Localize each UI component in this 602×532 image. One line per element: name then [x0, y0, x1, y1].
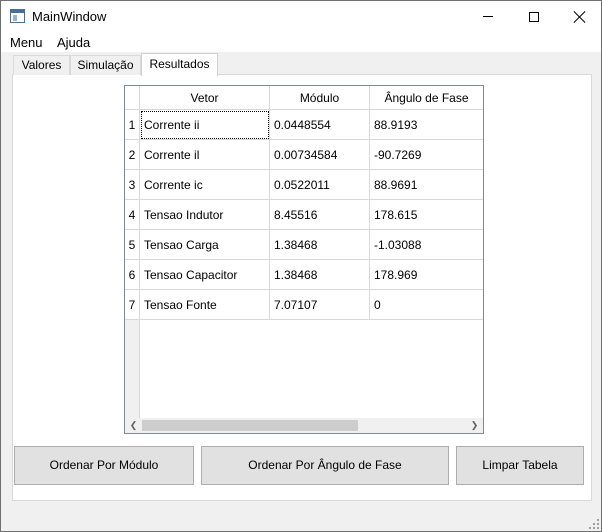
column-header-angulo[interactable]: Ângulo de Fase — [370, 86, 483, 110]
row-header[interactable]: 5 — [125, 230, 140, 260]
table-cell-modulo[interactable]: 0.0522011 — [270, 170, 370, 200]
table-cell-angulo[interactable]: 0 — [370, 290, 483, 320]
table-cell-vetor[interactable]: Tensao Carga — [140, 230, 270, 260]
table-cell-vetor[interactable]: Tensao Indutor — [140, 200, 270, 230]
table-cell-modulo[interactable]: 8.45516 — [270, 200, 370, 230]
menu-item-ajuda[interactable]: Ajuda — [57, 35, 90, 50]
tab-resultados[interactable]: Resultados — [141, 53, 218, 76]
results-table[interactable]: Vetor Módulo Ângulo de Fase 1 Corrente i… — [124, 85, 484, 434]
sort-by-angle-button[interactable]: Ordenar Por Ângulo de Fase — [201, 446, 449, 485]
chevron-right-icon[interactable]: ❯ — [466, 418, 483, 433]
title-bar[interactable]: MainWindow — [1, 1, 601, 32]
table-cell-modulo[interactable]: 0.0448554 — [270, 110, 370, 140]
column-header-vetor[interactable]: Vetor — [140, 86, 270, 110]
table-cell-vetor[interactable]: Corrente ii — [140, 110, 270, 140]
tab-valores[interactable]: Valores — [13, 55, 70, 75]
chevron-left-icon[interactable]: ❮ — [125, 418, 142, 433]
table-cell-angulo[interactable]: 88.9691 — [370, 170, 483, 200]
close-button[interactable] — [557, 1, 602, 32]
row-header-empty-area — [125, 320, 140, 418]
row-header[interactable]: 3 — [125, 170, 140, 200]
table-cell-angulo[interactable]: 178.969 — [370, 260, 483, 290]
row-header[interactable]: 6 — [125, 260, 140, 290]
row-header[interactable]: 4 — [125, 200, 140, 230]
table-cell-modulo[interactable]: 0.00734584 — [270, 140, 370, 170]
table-cell-angulo[interactable]: 88.9193 — [370, 110, 483, 140]
table-cell-angulo[interactable]: -1.03088 — [370, 230, 483, 260]
scrollbar-thumb[interactable] — [142, 420, 358, 431]
window-title: MainWindow — [32, 9, 107, 24]
table-cell-vetor[interactable]: Corrente ic — [140, 170, 270, 200]
menu-bar: Menu Ajuda — [1, 32, 601, 52]
main-window: MainWindow Menu Ajuda Valores Simulação … — [0, 0, 602, 532]
resize-grip-icon[interactable] — [589, 519, 599, 529]
table-cell-modulo[interactable]: 1.38468 — [270, 230, 370, 260]
minimize-icon — [483, 16, 493, 17]
tab-simulacao[interactable]: Simulação — [70, 55, 141, 75]
app-window-icon — [10, 9, 25, 23]
table-cell-vetor[interactable]: Tensao Fonte — [140, 290, 270, 320]
clear-table-button[interactable]: Limpar Tabela — [456, 446, 584, 485]
column-header-modulo[interactable]: Módulo — [270, 86, 370, 110]
table-cell-angulo[interactable]: 178.615 — [370, 200, 483, 230]
minimize-button[interactable] — [465, 1, 511, 32]
table-cell-modulo[interactable]: 7.07107 — [270, 290, 370, 320]
table-corner-button[interactable] — [125, 86, 140, 110]
table-cell-angulo[interactable]: -90.7269 — [370, 140, 483, 170]
row-header[interactable]: 7 — [125, 290, 140, 320]
row-header[interactable]: 1 — [125, 110, 140, 140]
table-cell-vetor[interactable]: Tensao Capacitor — [140, 260, 270, 290]
maximize-button[interactable] — [511, 1, 557, 32]
horizontal-scrollbar[interactable]: ❮ ❯ — [125, 418, 483, 433]
row-header[interactable]: 2 — [125, 140, 140, 170]
maximize-icon — [529, 11, 539, 22]
menu-item-menu[interactable]: Menu — [10, 35, 43, 50]
table-cell-modulo[interactable]: 1.38468 — [270, 260, 370, 290]
sort-by-modulo-button[interactable]: Ordenar Por Módulo — [14, 446, 194, 485]
close-icon — [574, 11, 586, 23]
table-cell-vetor[interactable]: Corrente il — [140, 140, 270, 170]
